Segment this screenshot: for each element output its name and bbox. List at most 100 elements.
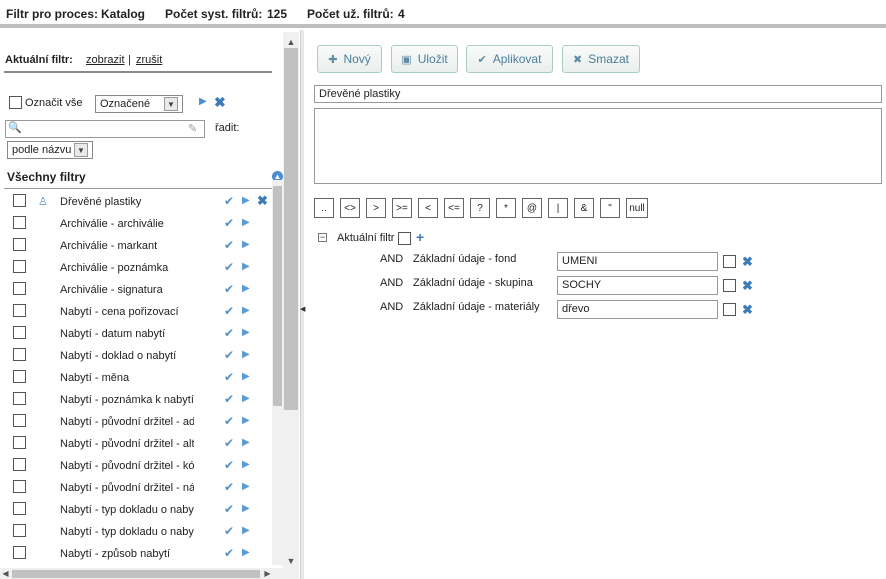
filter-description-textarea[interactable]: [314, 108, 882, 184]
operator-button[interactable]: null: [626, 198, 648, 218]
filter-checkbox[interactable]: [13, 326, 26, 339]
operator-button[interactable]: <: [418, 198, 438, 218]
cancel-filter-link[interactable]: zrušit: [136, 54, 162, 66]
operator-button[interactable]: ": [600, 198, 620, 218]
checkmark-icon[interactable]: ✔: [224, 502, 234, 516]
list-scrollbar-thumb[interactable]: [273, 186, 282, 406]
checkmark-icon[interactable]: ✔: [224, 392, 234, 406]
close-icon[interactable]: ✖: [742, 254, 753, 270]
tree-root-checkbox[interactable]: [398, 232, 411, 245]
filter-checkbox[interactable]: [13, 260, 26, 273]
condition-checkbox[interactable]: [723, 255, 736, 268]
chevron-down-icon[interactable]: ▼: [283, 553, 299, 569]
play-icon[interactable]: ▶: [242, 459, 250, 470]
close-icon[interactable]: ✖: [742, 302, 753, 318]
filter-checkbox[interactable]: [13, 348, 26, 361]
checkmark-icon[interactable]: ✔: [224, 216, 234, 230]
filter-checkbox[interactable]: [13, 282, 26, 295]
checkmark-icon[interactable]: ✔: [224, 326, 234, 340]
play-icon[interactable]: ▶: [242, 525, 250, 536]
filter-list-item[interactable]: Archiválie - poznámka ✔ ▶: [0, 257, 272, 279]
operator-button[interactable]: *: [496, 198, 516, 218]
filter-checkbox[interactable]: [13, 546, 26, 559]
operator-button[interactable]: ..: [314, 198, 334, 218]
play-icon[interactable]: ▶: [242, 283, 250, 294]
filter-list-item[interactable]: Nabytí - původní držitel - ad ✔ ▶: [0, 411, 272, 433]
condition-value-input[interactable]: dřevo: [557, 300, 718, 319]
condition-value-input[interactable]: UMENI: [557, 252, 718, 271]
condition-checkbox[interactable]: [723, 279, 736, 292]
filter-checkbox[interactable]: [13, 414, 26, 427]
play-icon[interactable]: ▶: [242, 261, 250, 272]
operator-button[interactable]: >=: [392, 198, 412, 218]
filter-list-item[interactable]: Nabytí - poznámka k nabytí ✔ ▶: [0, 389, 272, 411]
play-icon[interactable]: ▶: [199, 96, 207, 107]
chevron-left-icon[interactable]: ◀: [0, 568, 11, 579]
filter-checkbox[interactable]: [13, 370, 26, 383]
filter-checkbox[interactable]: [13, 436, 26, 449]
horizontal-scrollbar-thumb[interactable]: [12, 570, 260, 578]
search-input[interactable]: 🔍 ✎: [5, 120, 205, 138]
chevron-right-icon[interactable]: ▶: [262, 568, 273, 579]
filter-list-item[interactable]: Nabytí - doklad o nabytí ✔ ▶: [0, 345, 272, 367]
filter-checkbox[interactable]: [13, 304, 26, 317]
operator-button[interactable]: |: [548, 198, 568, 218]
play-icon[interactable]: ▶: [242, 327, 250, 338]
checkmark-icon[interactable]: ✔: [224, 546, 234, 560]
filter-checkbox[interactable]: [13, 458, 26, 471]
filter-list-item[interactable]: Archiválie - markant ✔ ▶: [0, 235, 272, 257]
filter-checkbox[interactable]: [13, 502, 26, 515]
marked-select[interactable]: Označené ▼: [95, 95, 183, 113]
filter-list-item[interactable]: Nabytí - měna ✔ ▶: [0, 367, 272, 389]
condition-value-input[interactable]: SOCHY: [557, 276, 718, 295]
play-icon[interactable]: ▶: [242, 349, 250, 360]
play-icon[interactable]: ▶: [242, 305, 250, 316]
filter-checkbox[interactable]: [13, 392, 26, 405]
play-icon[interactable]: ▶: [242, 393, 250, 404]
delete-button[interactable]: ✖ Smazat: [562, 45, 640, 73]
checkmark-icon[interactable]: ✔: [224, 480, 234, 494]
left-panel-scrollbar-thumb[interactable]: [284, 48, 298, 410]
filter-checkbox[interactable]: [13, 480, 26, 493]
filter-list-item[interactable]: Archiválie - archiválie ✔ ▶: [0, 213, 272, 235]
checkmark-icon[interactable]: ✔: [224, 436, 234, 450]
filter-list-item[interactable]: Nabytí - typ dokladu o naby ✔ ▶: [0, 499, 272, 521]
operator-button[interactable]: ?: [470, 198, 490, 218]
play-icon[interactable]: ▶: [242, 195, 250, 206]
filter-list-item[interactable]: Nabytí - způsob nabytí ✔ ▶: [0, 543, 272, 565]
operator-button[interactable]: >: [366, 198, 386, 218]
play-icon[interactable]: ▶: [242, 415, 250, 426]
filter-list-item[interactable]: Nabytí - typ dokladu o naby ✔ ▶: [0, 521, 272, 543]
filter-list-item[interactable]: Nabytí - původní držitel - alt ✔ ▶: [0, 433, 272, 455]
close-icon[interactable]: ✖: [214, 94, 226, 111]
checkmark-icon[interactable]: ✔: [224, 370, 234, 384]
checkmark-icon[interactable]: ✔: [224, 194, 234, 208]
add-condition-icon[interactable]: +: [416, 229, 424, 245]
play-icon[interactable]: ▶: [242, 371, 250, 382]
checkmark-icon[interactable]: ✔: [224, 524, 234, 538]
checkmark-icon[interactable]: ✔: [224, 282, 234, 296]
condition-checkbox[interactable]: [723, 303, 736, 316]
filter-list-item[interactable]: Nabytí - původní držitel - kó ✔ ▶: [0, 455, 272, 477]
filter-list-item[interactable]: ♙ Dřevěné plastiky ✔ ▶ ✖: [0, 191, 272, 213]
splitter-arrow-icon[interactable]: ◀: [300, 305, 305, 313]
checkmark-icon[interactable]: ✔: [224, 260, 234, 274]
select-all-checkbox[interactable]: [9, 96, 22, 109]
checkmark-icon[interactable]: ✔: [224, 414, 234, 428]
play-icon[interactable]: ▶: [242, 503, 250, 514]
filter-checkbox[interactable]: [13, 216, 26, 229]
play-icon[interactable]: ▶: [242, 547, 250, 558]
play-icon[interactable]: ▶: [242, 217, 250, 228]
filter-list-item[interactable]: Nabytí - cena pořizovací ✔ ▶: [0, 301, 272, 323]
eraser-icon[interactable]: ✎: [188, 122, 197, 135]
operator-button[interactable]: @: [522, 198, 542, 218]
play-icon[interactable]: ▶: [242, 437, 250, 448]
filter-checkbox[interactable]: [13, 194, 26, 207]
new-button[interactable]: ✚ Nový: [317, 45, 382, 73]
apply-button[interactable]: ✔ Aplikovat: [466, 45, 553, 73]
filter-list-item[interactable]: Archiválie - signatura ✔ ▶: [0, 279, 272, 301]
operator-button[interactable]: <=: [444, 198, 464, 218]
filter-name-input[interactable]: Dřevěné plastiky: [314, 85, 882, 103]
filter-checkbox[interactable]: [13, 238, 26, 251]
filter-list-item[interactable]: Nabytí - datum nabytí ✔ ▶: [0, 323, 272, 345]
